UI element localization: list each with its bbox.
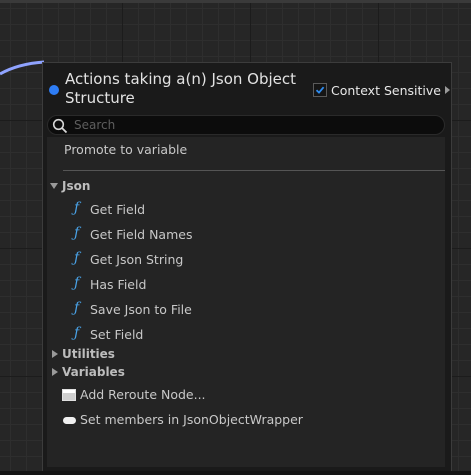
function-icon: ƒ	[74, 250, 80, 266]
reroute-node-icon	[62, 389, 76, 401]
list-item-label: Save Json to File	[90, 302, 192, 317]
collapse-arrow-icon[interactable]	[52, 350, 58, 358]
action-menu-title: Actions taking a(n) Json Object Structur…	[65, 70, 296, 107]
chevron-right-icon[interactable]	[444, 86, 450, 94]
list-item-label: Get Field Names	[90, 227, 193, 242]
category-label: Variables	[62, 365, 125, 379]
list-item-label: Get Json String	[90, 252, 184, 267]
list-item-label: Add Reroute Node...	[80, 387, 206, 402]
window-bottom-border	[0, 471, 471, 475]
list-item-label: Set members in JsonObjectWrapper	[80, 412, 303, 427]
action-menu-header: Actions taking a(n) Json Object Structur…	[43, 63, 451, 113]
context-sensitive-label: Context Sensitive	[331, 82, 441, 98]
category-label: Utilities	[62, 347, 115, 361]
search-icon	[52, 118, 68, 134]
function-icon: ƒ	[74, 200, 80, 216]
checkmark-icon	[315, 86, 325, 94]
function-icon: ƒ	[74, 325, 80, 341]
action-menu-panel: Actions taking a(n) Json Object Structur…	[42, 62, 452, 472]
function-icon: ƒ	[74, 275, 80, 291]
expand-arrow-icon[interactable]	[50, 183, 58, 189]
window-top-border	[0, 0, 471, 3]
search-input[interactable]	[74, 116, 434, 134]
action-list: Promote to variable Json ƒ Get Field ƒ G…	[47, 137, 445, 467]
list-item-promote-to-variable[interactable]: Promote to variable	[64, 142, 187, 157]
list-item-label: Set Field	[90, 327, 144, 342]
function-icon: ƒ	[74, 225, 80, 241]
list-item-label: Has Field	[90, 277, 147, 292]
category-label: Json	[62, 179, 91, 193]
context-sensitive-toggle[interactable]: Context Sensitive	[313, 82, 450, 98]
function-icon: ƒ	[74, 300, 80, 316]
search-box	[47, 115, 445, 135]
collapse-arrow-icon[interactable]	[52, 368, 58, 376]
struct-pill-icon	[63, 417, 76, 424]
pin-type-icon	[49, 85, 59, 95]
context-sensitive-checkbox[interactable]	[313, 83, 327, 97]
list-item-label: Get Field	[90, 202, 146, 217]
list-separator	[63, 170, 445, 171]
